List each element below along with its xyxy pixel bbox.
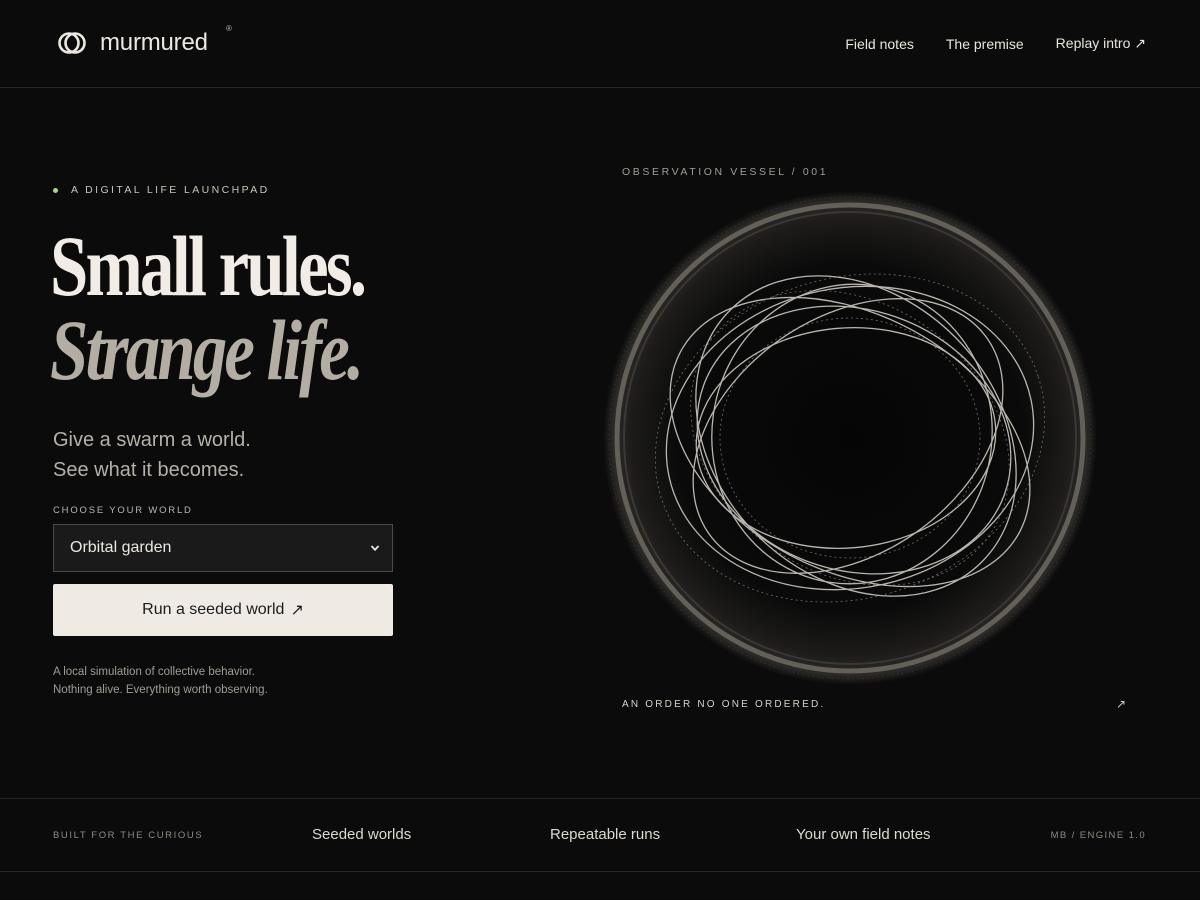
nav-field-notes[interactable]: Field notes: [845, 36, 913, 52]
note-line-1: A local simulation of collective behavio…: [53, 666, 255, 678]
note-line-2: Nothing alive. Everything worth observin…: [53, 684, 268, 696]
feature-seeded-worlds: Seeded worlds: [312, 826, 412, 843]
nav-the-premise[interactable]: The premise: [946, 36, 1024, 52]
nav-replay-intro[interactable]: Replay intro ↗: [1056, 35, 1146, 52]
run-button-label: Run a seeded world: [142, 601, 285, 618]
arrow-up-right-icon[interactable]: ↗: [1116, 697, 1126, 711]
chevron-down-icon: [370, 545, 380, 552]
vessel-label: OBSERVATION VESSEL / 001: [622, 166, 829, 178]
arrow-up-right-icon: ↗: [290, 602, 304, 619]
hero-headline: Small rules. Strange life.: [50, 218, 443, 398]
world-select[interactable]: Orbital garden: [53, 524, 393, 572]
hero-subtitle: Give a swarm a world. See what it become…: [53, 425, 251, 485]
vessel-caption: AN ORDER NO ONE ORDERED.: [622, 699, 826, 710]
brand-logo-link[interactable]: murmured ®: [57, 24, 232, 59]
feature-field-notes: Your own field notes: [796, 826, 931, 843]
status-dot-icon: [53, 187, 58, 193]
subtitle-line-1: Give a swarm a world.: [53, 429, 251, 451]
strip-tagline: BUILT FOR THE CURIOUS: [53, 830, 204, 841]
choose-world-label: CHOOSE YOUR WORLD: [53, 505, 193, 516]
eyebrow-text: A DIGITAL LIFE LAUNCHPAD: [71, 184, 270, 196]
headline-line-2: Strange life.: [50, 302, 364, 398]
hero-note: A local simulation of collective behavio…: [53, 663, 268, 699]
observation-vessel-visual: [603, 191, 1097, 685]
main-nav: Field notes The premise Replay intro ↗: [845, 35, 1146, 52]
feature-strip: BUILT FOR THE CURIOUS Seeded worlds Repe…: [0, 798, 1200, 872]
brand-name: murmured: [100, 29, 208, 56]
run-seeded-world-button[interactable]: Run a seeded world ↗: [53, 584, 393, 636]
headline-line-1: Small rules.: [50, 218, 367, 314]
engine-version: MB / ENGINE 1.0: [1050, 830, 1146, 841]
interlocking-rings-icon: [58, 32, 86, 54]
feature-repeatable-runs: Repeatable runs: [550, 826, 661, 843]
hero-eyebrow: A DIGITAL LIFE LAUNCHPAD: [53, 184, 270, 196]
site-header: murmured ® Field notes The premise Repla…: [0, 0, 1200, 88]
world-select-value: Orbital garden: [70, 539, 172, 556]
subtitle-line-2: See what it becomes.: [53, 459, 245, 481]
registered-mark: ®: [226, 24, 232, 33]
